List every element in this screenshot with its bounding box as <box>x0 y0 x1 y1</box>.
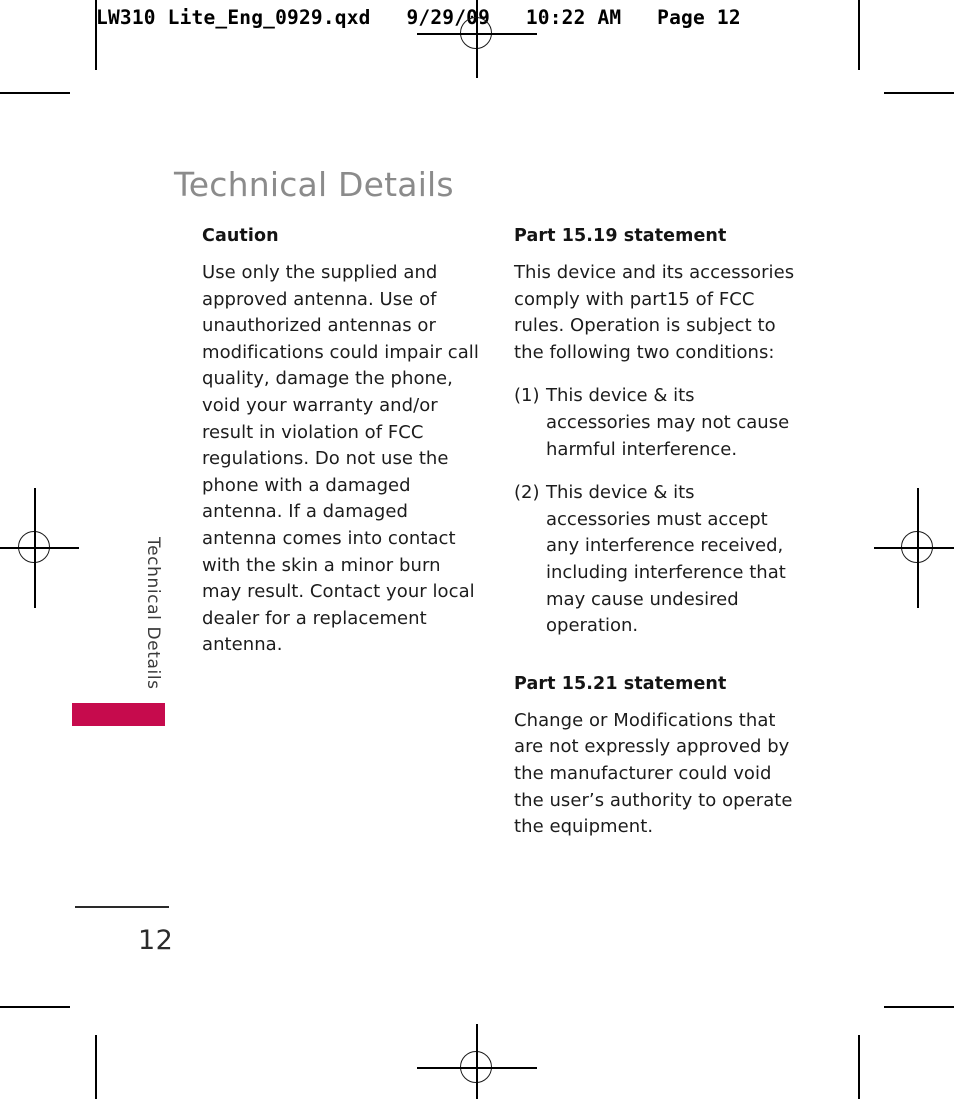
right-text-column: Part 15.19 statement This device and its… <box>514 226 799 841</box>
crop-mark-top-right-horizontal <box>884 92 954 94</box>
page-title: Technical Details <box>174 165 454 205</box>
side-tab-chapter-label: Technical Details <box>143 537 163 690</box>
registration-mark-left-center <box>0 488 83 608</box>
crop-mark-bottom-right-horizontal <box>884 1006 954 1008</box>
registration-mark-bottom-center <box>417 1020 537 1099</box>
part-15-21-heading: Part 15.21 statement <box>514 673 727 694</box>
crop-mark-top-left-horizontal <box>0 92 70 94</box>
caution-body-paragraph: Use only the supplied and approved anten… <box>202 262 479 656</box>
part-15-19-intro-paragraph: This device and its accessories comply w… <box>514 262 795 363</box>
condition-text: This device & its accessories must accep… <box>546 482 786 637</box>
side-tab-accent-bar <box>72 703 165 726</box>
part-15-21-body-paragraph: Change or Modifications that are not exp… <box>514 709 793 838</box>
crop-mark-bottom-left-vertical <box>95 1035 97 1099</box>
registration-mark-top-center <box>417 0 537 82</box>
page-number: 12 <box>138 925 174 956</box>
condition-number: (1) <box>514 385 540 407</box>
caution-heading: Caution <box>202 226 279 246</box>
folio-divider-rule <box>75 906 169 908</box>
registration-horizontal-line <box>417 33 537 35</box>
registration-horizontal-line <box>874 547 954 549</box>
registration-mark-right-center <box>870 488 954 608</box>
registration-vertical-line <box>476 1024 478 1099</box>
condition-item: (1) This device & its accessories may no… <box>514 383 799 463</box>
crop-mark-top-left-vertical <box>95 0 97 70</box>
printed-page-sheet: LW310 Lite_Eng_0929.qxd 9/29/09 10:22 AM… <box>0 0 954 1099</box>
registration-vertical-line <box>476 0 478 78</box>
condition-number: (2) <box>514 482 540 504</box>
crop-mark-top-right-vertical <box>858 0 860 70</box>
left-text-column: Caution Use only the supplied and approv… <box>202 226 480 659</box>
condition-text: This device & its accessories may not ca… <box>546 385 790 460</box>
crop-mark-bottom-right-vertical <box>858 1035 860 1099</box>
print-job-header: LW310 Lite_Eng_0929.qxd 9/29/09 10:22 AM… <box>96 6 741 29</box>
condition-item: (2) This device & its accessories must a… <box>514 480 799 640</box>
part-15-19-heading: Part 15.19 statement <box>514 226 727 246</box>
crop-mark-bottom-left-horizontal <box>0 1006 70 1008</box>
registration-horizontal-line <box>417 1067 537 1069</box>
registration-horizontal-line <box>0 547 79 549</box>
